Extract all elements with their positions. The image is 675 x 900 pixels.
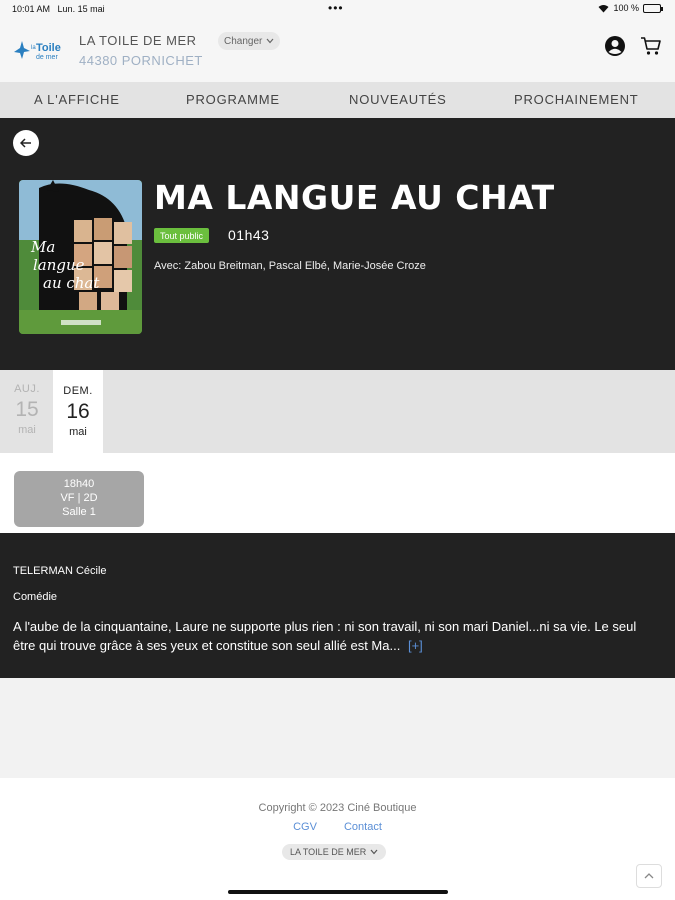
movie-details: TELERMAN Cécile Comédie A l'aube de la c… <box>0 533 675 678</box>
date-dow: DEM. <box>63 385 93 397</box>
cinema-logo[interactable]: la Toile de mer <box>12 38 68 62</box>
date-today[interactable]: AUJ. 15 mai <box>2 370 52 453</box>
shopping-cart-icon[interactable] <box>640 35 662 57</box>
footer-links: CGV Contact <box>0 821 675 833</box>
svg-text:au chat: au chat <box>43 274 100 292</box>
arrow-left-icon <box>20 138 31 148</box>
battery-percent: 100 % <box>613 3 639 13</box>
tab-a-laffiche[interactable]: A L'AFFICHE <box>34 92 120 107</box>
movie-synopsis: A l'aube de la cinquantaine, Laure ne su… <box>13 617 658 655</box>
tab-programme[interactable]: PROGRAMME <box>186 92 280 107</box>
back-button[interactable] <box>13 130 39 156</box>
app-header: la Toile de mer LA TOILE DE MER 44380 PO… <box>0 18 675 82</box>
showtimes-panel: 18h40 VF | 2D Salle 1 <box>0 453 675 533</box>
wifi-icon <box>598 4 609 12</box>
movie-poster[interactable]: Ma langue au chat <box>19 180 142 334</box>
session-button[interactable]: 18h40 VF | 2D Salle 1 <box>14 471 144 527</box>
movie-hero: Ma langue au chat MA LANGUE AU CHAT Tout… <box>0 118 675 370</box>
status-right: 100 % <box>598 3 663 13</box>
user-account-icon[interactable] <box>604 35 626 57</box>
spacer <box>0 678 675 778</box>
movie-director: TELERMAN Cécile <box>13 565 107 577</box>
date-dow: AUJ. <box>14 383 40 395</box>
svg-text:Ma: Ma <box>30 238 55 256</box>
session-room: Salle 1 <box>62 506 96 518</box>
status-time: 10:01 AM Lun. 15 mai <box>12 4 105 14</box>
change-cinema-button[interactable]: Changer <box>218 32 281 50</box>
home-indicator[interactable] <box>228 890 448 894</box>
multitasking-dots-icon[interactable]: ••• <box>328 1 344 15</box>
chevron-up-icon <box>644 873 654 879</box>
date-day: 16 <box>66 400 90 423</box>
svg-text:Toile: Toile <box>36 42 61 54</box>
movie-title: MA LANGUE AU CHAT <box>154 178 555 217</box>
date-picker: AUJ. 15 mai DEM. 16 mai <box>0 370 675 453</box>
tab-prochainement[interactable]: PROCHAINEMENT <box>514 92 639 107</box>
tab-nouveautes[interactable]: NOUVEAUTÉS <box>349 92 447 107</box>
date-month: mai <box>18 424 36 436</box>
chevron-down-icon <box>266 38 274 44</box>
change-cinema-label: Changer <box>224 35 263 47</box>
svg-text:de mer: de mer <box>36 54 58 61</box>
copyright-text: Copyright © 2023 Ciné Boutique <box>258 802 417 814</box>
cinema-select-label: LA TOILE DE MER <box>290 847 367 857</box>
cinema-select[interactable]: LA TOILE DE MER <box>282 844 387 860</box>
synopsis-text: A l'aube de la cinquantaine, Laure ne su… <box>13 619 637 653</box>
date-month: mai <box>69 426 87 438</box>
contact-link[interactable]: Contact <box>344 821 382 833</box>
chevron-down-icon <box>370 849 378 855</box>
status-bar: 10:01 AM Lun. 15 mai ••• 100 % <box>0 0 675 18</box>
scroll-to-top-button[interactable] <box>636 864 662 888</box>
poster-artwork: Ma langue au chat <box>19 180 142 334</box>
movie-genre: Comédie <box>13 591 58 603</box>
session-time: 18h40 <box>63 478 95 490</box>
cgv-link[interactable]: CGV <box>293 821 317 833</box>
cinema-city: 44380 PORNICHET <box>79 53 203 68</box>
battery-icon <box>643 3 663 13</box>
rating-badge: Tout public <box>154 228 210 243</box>
cinema-name: LA TOILE DE MER <box>79 33 197 48</box>
footer: Copyright © 2023 Ciné Boutique CGV Conta… <box>0 778 675 900</box>
movie-cast: Avec: Zabou Breitman, Pascal Elbé, Marie… <box>154 260 426 272</box>
movie-duration: 01h43 <box>228 227 270 243</box>
svg-text:langue: langue <box>33 256 85 274</box>
read-more-link[interactable]: [+] <box>408 638 423 653</box>
main-nav: A L'AFFICHE PROGRAMME NOUVEAUTÉS PROCHAI… <box>0 82 675 118</box>
date-day: 15 <box>15 398 39 421</box>
date-tomorrow[interactable]: DEM. 16 mai <box>53 370 103 453</box>
session-version: VF | 2D <box>60 492 98 504</box>
